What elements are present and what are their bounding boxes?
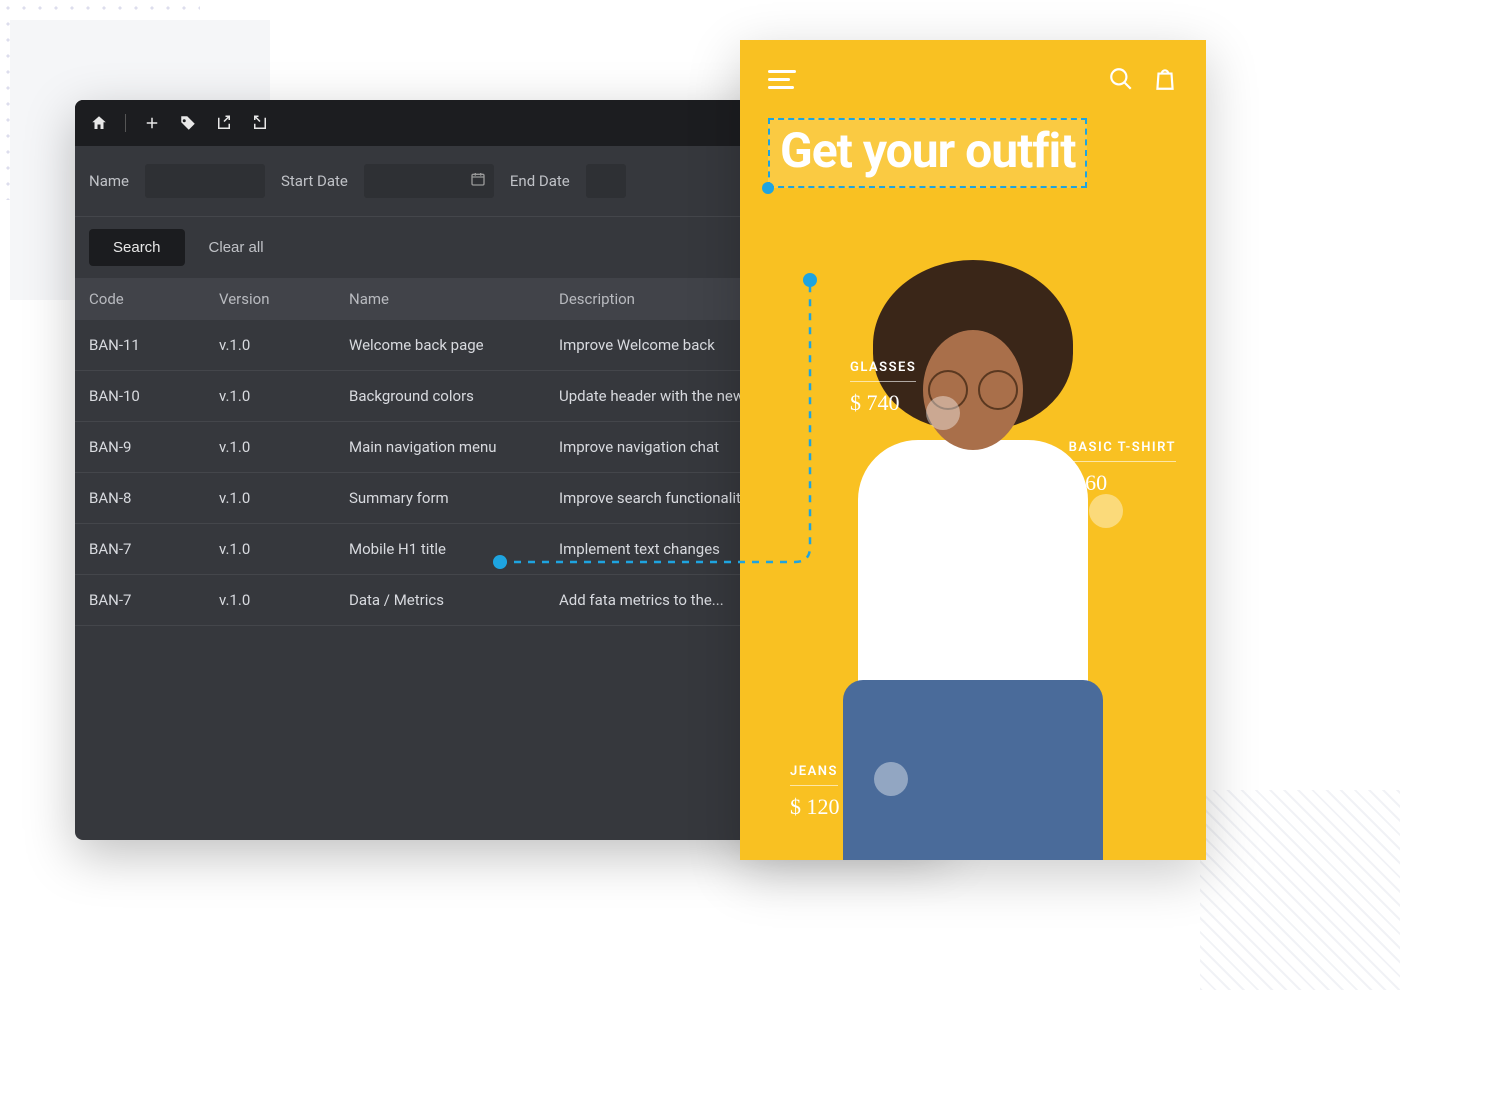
cell-code: BAN-8: [89, 489, 219, 507]
start-date-input[interactable]: [364, 164, 494, 198]
cell-name: Summary form: [349, 489, 559, 507]
tag-hotspot-icon: [926, 396, 960, 430]
home-icon[interactable]: [89, 113, 109, 133]
col-header-version: Version: [219, 290, 349, 308]
cell-code: BAN-10: [89, 387, 219, 405]
headline-selection-box[interactable]: Get your outfit: [768, 118, 1087, 188]
tag-label: JEANS: [790, 764, 838, 786]
hamburger-menu-icon[interactable]: [768, 70, 796, 89]
cell-code: BAN-7: [89, 540, 219, 558]
decorative-diagonal-lines: [1200, 790, 1400, 990]
cell-version: v.1.0: [219, 591, 349, 609]
cell-name: Background colors: [349, 387, 559, 405]
calendar-icon: [470, 171, 486, 191]
product-tag-glasses[interactable]: GLASSES $ 740: [850, 360, 916, 416]
mobile-preview: Get your outfit GLASSES $ 740 BASIC T-SH…: [740, 40, 1206, 860]
tag-hotspot-icon: [1089, 494, 1123, 528]
mobile-header: [740, 40, 1206, 102]
tag-price: $ 740: [850, 390, 916, 416]
end-date-input[interactable]: [586, 164, 626, 198]
end-date-label: End Date: [510, 172, 570, 190]
tag-price: $ 60: [1069, 470, 1176, 496]
shopping-bag-icon[interactable]: [1152, 66, 1178, 92]
start-date-label: Start Date: [281, 172, 348, 190]
cell-version: v.1.0: [219, 387, 349, 405]
selection-handle[interactable]: [762, 182, 774, 194]
cell-version: v.1.0: [219, 438, 349, 456]
tag-label: GLASSES: [850, 360, 916, 382]
product-tag-jeans[interactable]: JEANS $ 120: [790, 764, 840, 820]
cell-version: v.1.0: [219, 540, 349, 558]
cell-code: BAN-7: [89, 591, 219, 609]
export-icon[interactable]: [250, 113, 270, 133]
cell-version: v.1.0: [219, 336, 349, 354]
tag-price: $ 120: [790, 794, 840, 820]
cell-name: Data / Metrics: [349, 591, 559, 609]
col-header-name: Name: [349, 290, 559, 308]
search-button[interactable]: Search: [89, 229, 185, 266]
cell-code: BAN-11: [89, 336, 219, 354]
product-tag-tshirt[interactable]: BASIC T-SHIRT $ 60: [1069, 440, 1176, 496]
cell-name: Mobile H1 title: [349, 540, 559, 558]
tag-label: BASIC T-SHIRT: [1069, 440, 1176, 462]
cell-code: BAN-9: [89, 438, 219, 456]
add-icon[interactable]: [142, 113, 162, 133]
mobile-headline: Get your outfit: [780, 126, 1075, 176]
cell-name: Main navigation menu: [349, 438, 559, 456]
tag-hotspot-icon: [874, 762, 908, 796]
cell-version: v.1.0: [219, 489, 349, 507]
name-filter-input[interactable]: [145, 164, 265, 198]
import-icon[interactable]: [214, 113, 234, 133]
toolbar-separator: [125, 114, 126, 132]
name-filter-label: Name: [89, 172, 129, 190]
col-header-code: Code: [89, 290, 219, 308]
search-icon[interactable]: [1108, 66, 1134, 92]
model-illustration: [793, 260, 1153, 860]
cell-name: Welcome back page: [349, 336, 559, 354]
tag-icon[interactable]: [178, 113, 198, 133]
clear-all-button[interactable]: Clear all: [209, 239, 264, 256]
